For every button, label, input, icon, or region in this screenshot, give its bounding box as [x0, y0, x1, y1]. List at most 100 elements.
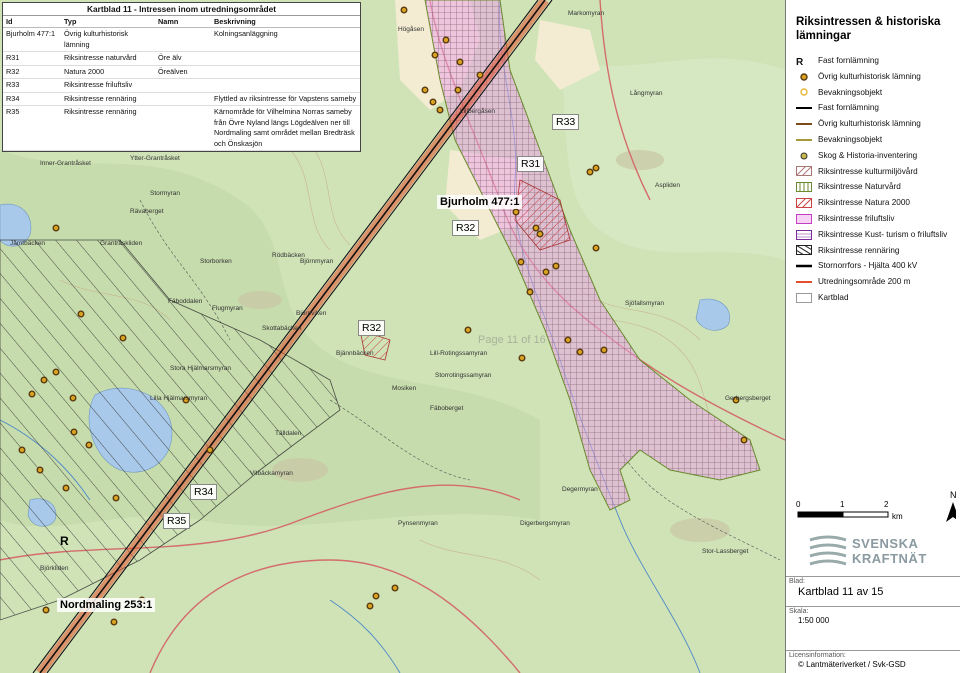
heritage-dot-icon[interactable]	[42, 606, 50, 614]
legend-item: R Fast fornlämning	[796, 54, 879, 68]
legend-panel: Riksintressen & historiska lämningar R Fa…	[785, 0, 960, 673]
heritage-dot-icon[interactable]	[40, 376, 48, 384]
heritage-dot-icon[interactable]	[391, 584, 399, 592]
place-name: Pynsenmyran	[398, 520, 438, 527]
place-name: Björkliden	[40, 565, 69, 572]
legend-symbol-hatch-brown-icon	[795, 166, 813, 177]
legend-label: Övrig kulturhistorisk lämning	[818, 119, 921, 129]
cell-namn	[155, 105, 211, 151]
heritage-dot-icon[interactable]	[542, 268, 550, 276]
heritage-dot-icon[interactable]	[740, 436, 748, 444]
legend-label: Fast fornlämning	[818, 56, 879, 65]
heritage-dot-icon[interactable]	[536, 230, 544, 238]
scale-bar: 0 1 2 km N	[796, 490, 960, 526]
cell-typ: Övrig kulturhistorisk lämning	[61, 27, 155, 52]
heritage-dot-icon[interactable]	[119, 334, 127, 342]
heritage-dot-icon[interactable]	[372, 592, 380, 600]
heritage-dot-icon[interactable]	[70, 428, 78, 436]
heritage-dot-icon[interactable]	[592, 164, 600, 172]
heritage-dot-icon[interactable]	[85, 441, 93, 449]
heritage-dot-icon[interactable]	[69, 394, 77, 402]
table-title: Kartblad 11 - Intressen inom utredningso…	[3, 3, 360, 16]
col-namn-header: Namn	[155, 16, 211, 28]
heritage-dot-icon[interactable]	[552, 262, 560, 270]
legend-symbol-hatch-black-icon	[795, 244, 813, 256]
heritage-dot-icon[interactable]	[454, 86, 462, 94]
col-typ-header: Typ	[61, 16, 155, 28]
heritage-dot-icon[interactable]	[576, 348, 584, 356]
heritage-dot-icon[interactable]	[436, 106, 444, 114]
label-nordmaling: Nordmaling 253:1	[57, 598, 156, 612]
label-r33: R33	[552, 114, 580, 130]
scale-tick-2: 2	[884, 500, 889, 509]
skala-label: Skala:	[789, 608, 809, 615]
map-canvas[interactable]: Kartblad 11 - Intressen inom utredningso…	[0, 0, 785, 673]
heritage-dot-icon[interactable]	[421, 86, 429, 94]
heritage-dot-icon[interactable]	[600, 346, 608, 354]
legend-label: Övrig kulturhistorisk lämning	[818, 71, 921, 81]
heritage-dot-icon[interactable]	[526, 288, 534, 296]
cell-namn: Öre älv	[155, 51, 211, 66]
heritage-dot-icon[interactable]	[586, 168, 594, 176]
heritage-dot-icon[interactable]	[592, 244, 600, 252]
heritage-dot-icon[interactable]	[512, 208, 520, 216]
legend-symbol-box-magenta-icon	[796, 213, 812, 224]
legend-symbol-line-black-icon	[796, 103, 812, 113]
heritage-dot-icon[interactable]	[110, 618, 118, 626]
legend-item: Riksintresse rennäring	[795, 244, 900, 257]
heritage-dot-icon[interactable]	[36, 466, 44, 474]
legend-symbol-line-power-icon	[796, 261, 812, 271]
heritage-dot-icon[interactable]	[442, 36, 450, 44]
legend-item: Fast fornlämning	[796, 101, 879, 114]
place-name: Fäboberget	[430, 405, 464, 412]
cell-namn: Öreälven	[155, 65, 211, 79]
heritage-dot-icon[interactable]	[112, 494, 120, 502]
heritage-dot-icon[interactable]	[77, 310, 85, 318]
cell-id: R31	[3, 51, 61, 66]
legend-symbol-dot-yellow-icon	[796, 87, 812, 97]
heritage-dot-icon[interactable]	[532, 224, 540, 232]
legend-item: Utredningsområde 200 m	[796, 275, 910, 288]
col-id-header: Id	[3, 16, 61, 28]
heritage-dot-icon[interactable]	[518, 354, 526, 362]
legend-label: Riksintresse rennäring	[818, 245, 900, 255]
heritage-dot-icon[interactable]	[476, 71, 484, 79]
place-name: Tälldalen	[275, 430, 302, 437]
cell-beskrivning: Kolningsanläggning	[211, 27, 360, 52]
info-skala: Skala: 1:50 000	[786, 606, 960, 629]
legend-label: Riksintresse Naturvård	[818, 182, 901, 192]
heritage-dot-icon[interactable]	[62, 484, 70, 492]
heritage-dot-icon[interactable]	[429, 98, 437, 106]
cell-beskrivning: Kärnområde för Vilhelmina Norras sameby …	[211, 105, 360, 151]
scale-tick-0: 0	[796, 500, 801, 509]
heritage-dot-icon[interactable]	[366, 602, 374, 610]
place-name: Aspliden	[655, 182, 680, 189]
legend-symbol-box-purple-icon	[796, 229, 812, 240]
cell-beskrivning	[211, 78, 360, 93]
cell-id: Bjurholm 477:1	[3, 27, 61, 52]
legend-symbol-box-grey-icon	[796, 292, 812, 303]
legend-label: Riksintresse kulturmiljövård	[818, 166, 918, 176]
heritage-dot-icon[interactable]	[18, 446, 26, 454]
place-name: Rödbäcken	[272, 252, 305, 259]
heritage-dot-icon[interactable]	[456, 58, 464, 66]
heritage-dot-icon[interactable]	[52, 368, 60, 376]
place-name: Stor-Lassberget	[702, 548, 749, 555]
heritage-dot-icon[interactable]	[464, 326, 472, 334]
cell-typ: Riksintresse naturvård	[61, 51, 155, 66]
place-name: Skottabäcken	[262, 325, 302, 332]
place-name: Stora Hjälmarsmyran	[170, 365, 232, 372]
heritage-dot-icon[interactable]	[400, 6, 408, 14]
legend-symbol-letter-r-icon: R	[796, 56, 804, 68]
heritage-dot-icon[interactable]	[431, 51, 439, 59]
heritage-dot-icon[interactable]	[564, 336, 572, 344]
heritage-dot-icon[interactable]	[517, 258, 525, 266]
label-r-fornlamning: R	[60, 534, 69, 548]
place-name: Fäboddalen	[168, 298, 203, 305]
cell-namn	[155, 78, 211, 93]
legend-label: Kartblad	[818, 293, 849, 302]
heritage-dot-icon[interactable]	[206, 446, 214, 454]
heritage-dot-icon[interactable]	[28, 390, 36, 398]
legend-symbol-dot-olive-icon	[796, 151, 812, 161]
heritage-dot-icon[interactable]	[52, 224, 60, 232]
